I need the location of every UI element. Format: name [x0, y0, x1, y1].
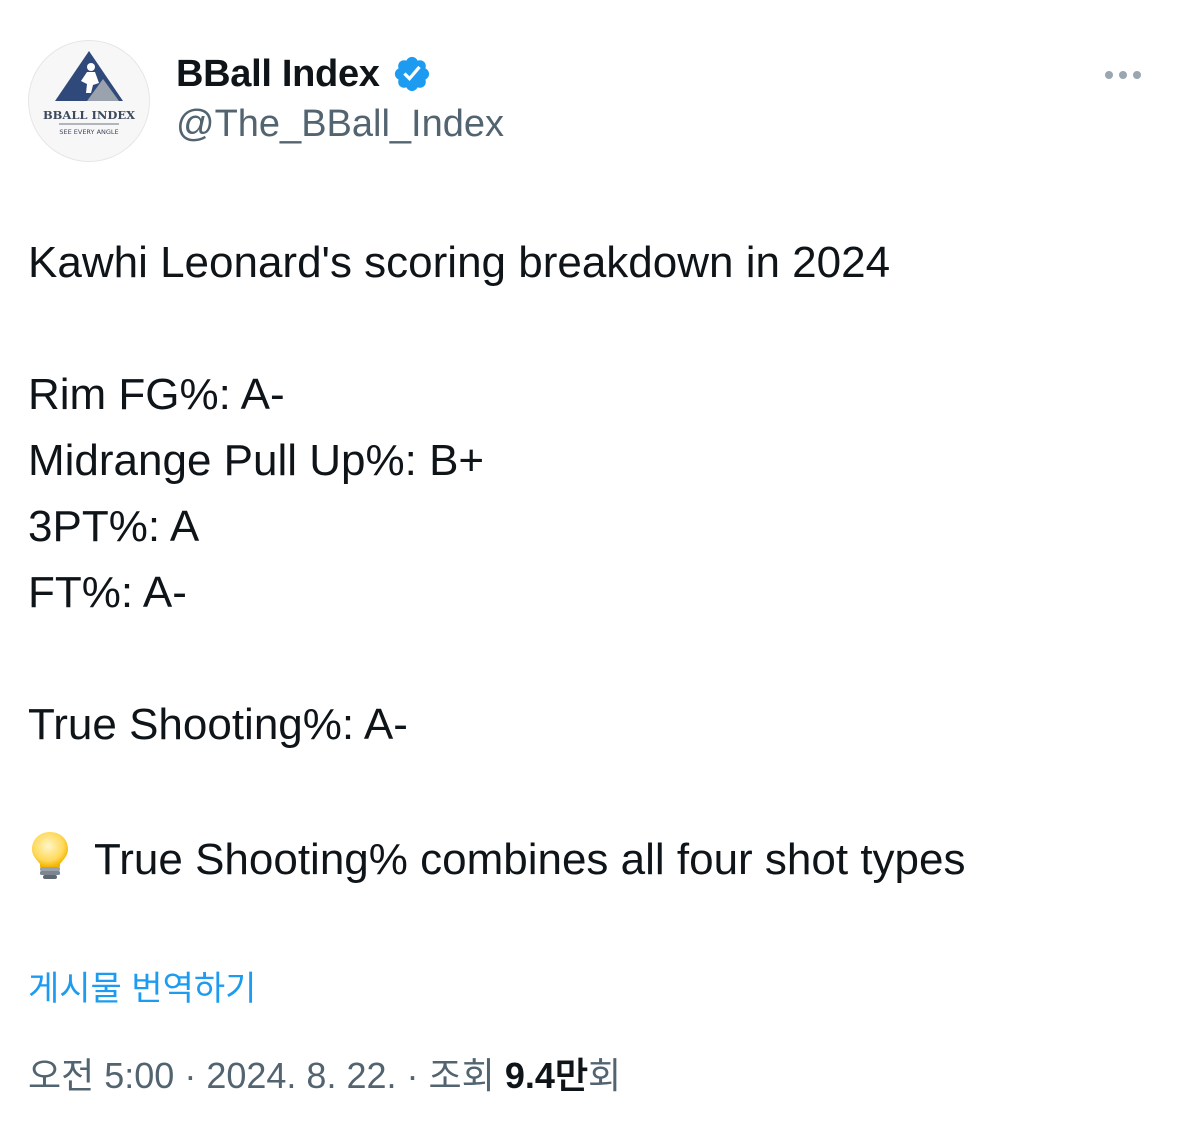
- tweet-note-text: True Shooting% combines all four shot ty…: [94, 835, 966, 884]
- tweet-headline: Kawhi Leonard's scoring breakdown in 202…: [28, 238, 891, 287]
- translate-post-link[interactable]: 게시물 번역하기: [28, 966, 256, 1012]
- views-label: 조회: [428, 1055, 495, 1096]
- tweet-grade-line: 3PT%: A: [28, 502, 200, 551]
- author-display-name[interactable]: BBall Index: [176, 50, 380, 98]
- meta-separator: ·: [406, 1055, 419, 1096]
- views-count[interactable]: 9.4만: [505, 1055, 588, 1096]
- tweet-summary: True Shooting%: A-: [28, 700, 408, 749]
- tweet-time[interactable]: 오전 5:00: [28, 1055, 174, 1096]
- verified-badge-icon[interactable]: [392, 54, 432, 94]
- more-options-icon: [1105, 71, 1113, 79]
- tweet-note: True Shooting% combines all four shot ty…: [28, 830, 966, 888]
- avatar[interactable]: BBALL INDEX SEE EVERY ANGLE: [28, 40, 150, 162]
- bball-index-logo: BBALL INDEX SEE EVERY ANGLE: [43, 51, 135, 136]
- author-handle[interactable]: @The_BBall_Index: [176, 100, 504, 148]
- more-options-icon: [1133, 71, 1141, 79]
- meta-separator: ·: [184, 1055, 197, 1096]
- avatar-logo-text: BBALL INDEX: [43, 108, 135, 122]
- tweet-grade-line: Midrange Pull Up%: B+: [28, 436, 485, 485]
- more-options-icon: [1119, 71, 1127, 79]
- more-options-button[interactable]: [1095, 60, 1151, 90]
- tweet-meta: 오전 5:00 · 2024. 8. 22. · 조회 9.4만회: [28, 1051, 621, 1101]
- views-suffix: 회: [587, 1055, 622, 1096]
- author-name-row[interactable]: BBall Index: [176, 50, 432, 98]
- lightbulb-icon: [28, 830, 72, 882]
- tweet-grade-line: Rim FG%: A-: [28, 370, 285, 419]
- tweet-grade-line: FT%: A-: [28, 568, 187, 617]
- tweet-card: BBALL INDEX SEE EVERY ANGLE BBall Index …: [0, 0, 1179, 1138]
- avatar-tagline-text: SEE EVERY ANGLE: [59, 128, 118, 136]
- tweet-date[interactable]: 2024. 8. 22.: [206, 1055, 396, 1096]
